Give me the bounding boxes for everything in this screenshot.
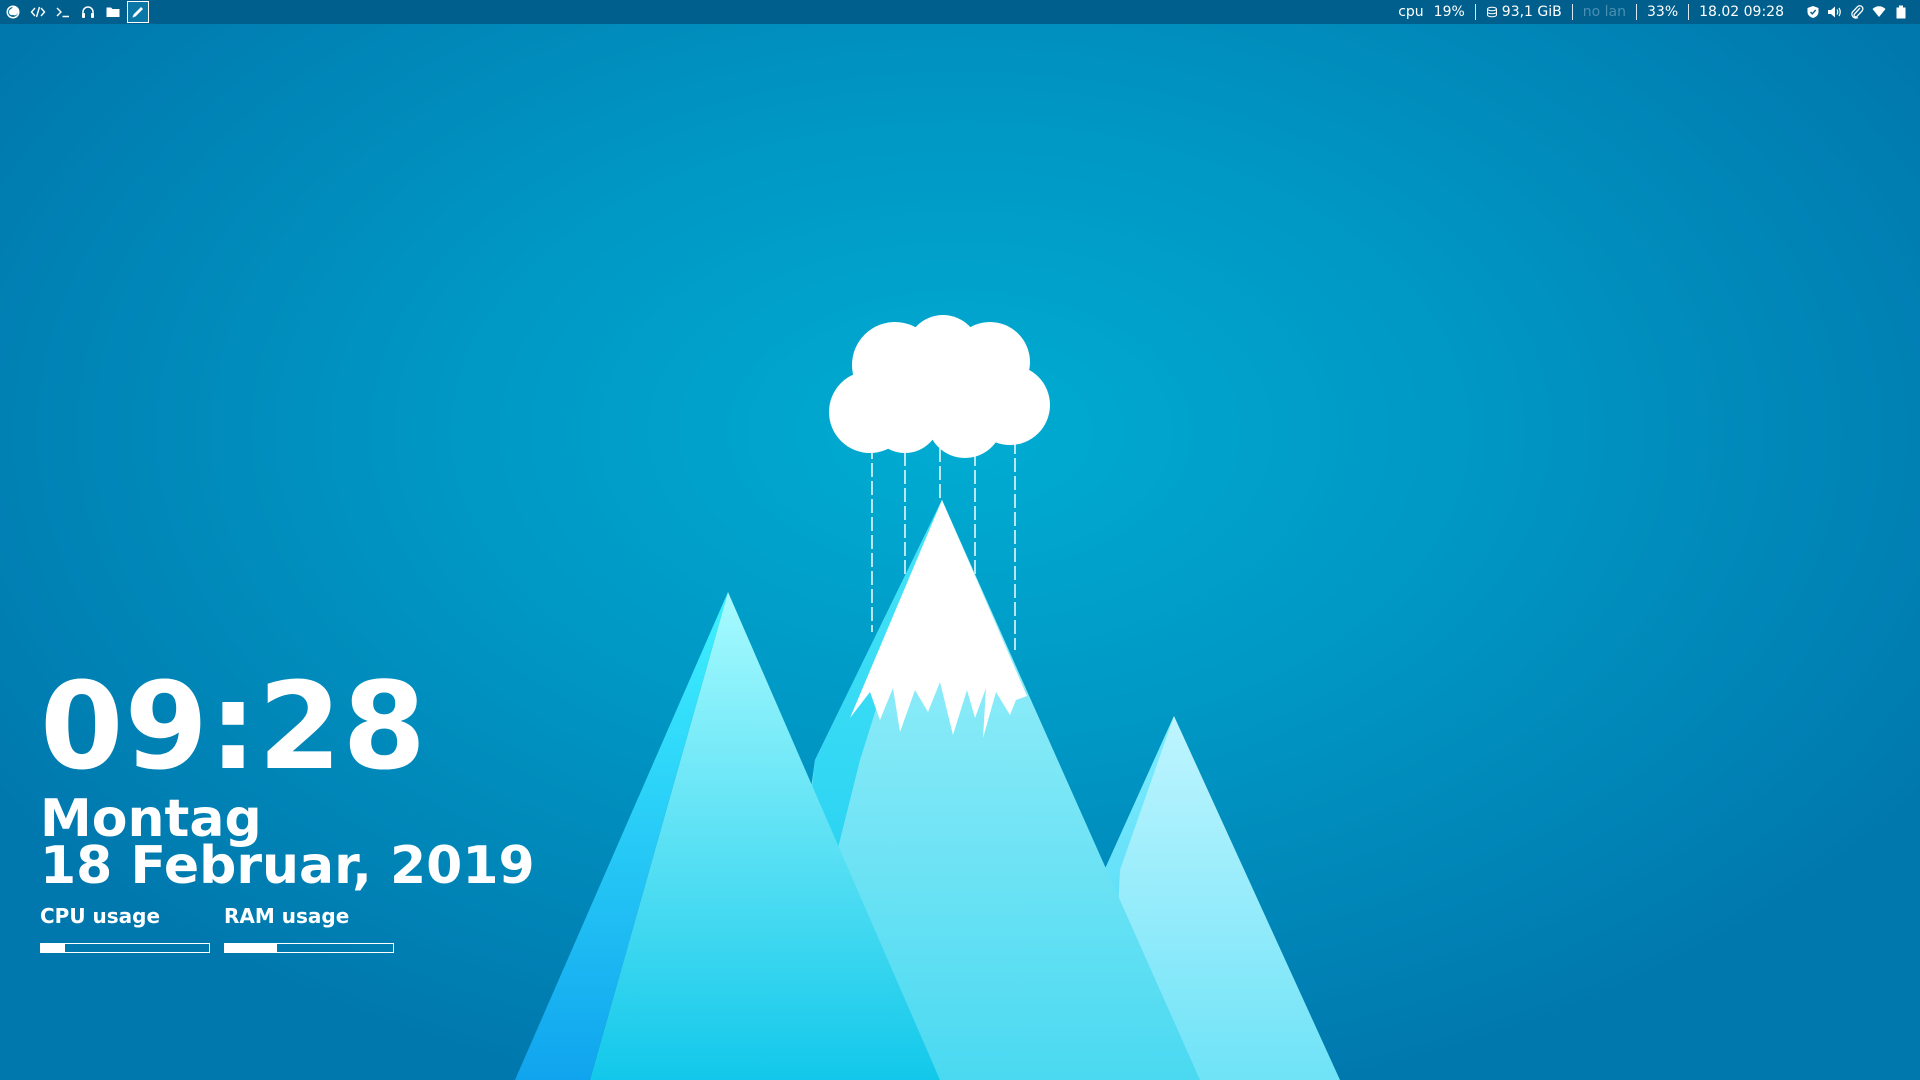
editor-launcher[interactable]: [127, 1, 149, 23]
code-editor-icon: [30, 6, 46, 18]
widget-date: 18 Februar, 2019: [40, 836, 535, 896]
firefox-launcher[interactable]: [2, 1, 24, 23]
files-launcher[interactable]: [102, 1, 124, 23]
firefox-icon: [6, 5, 20, 19]
cpu-usage-meter: [40, 943, 210, 953]
ram-usage-label: RAM usage: [224, 904, 350, 928]
cpu-usage-fill: [41, 944, 65, 952]
ram-usage-meter: [224, 943, 394, 953]
disk-icon: [1486, 6, 1498, 18]
volume-icon[interactable]: [1824, 2, 1846, 22]
headphones-icon: [82, 6, 94, 18]
shield-icon[interactable]: [1802, 2, 1824, 22]
code-editor-launcher[interactable]: [27, 1, 49, 23]
ram-usage-fill: [225, 944, 278, 952]
lan-status[interactable]: no lan: [1573, 3, 1636, 21]
battery-status[interactable]: 33%: [1637, 3, 1688, 21]
cpu-value: 19%: [1433, 4, 1465, 20]
lan-value: no lan: [1582, 4, 1626, 20]
wifi-icon[interactable]: [1868, 2, 1890, 22]
music-launcher[interactable]: [77, 1, 99, 23]
battery-value: 33%: [1647, 4, 1679, 20]
terminal-icon: [56, 7, 69, 18]
widget-clock: 09:28: [40, 658, 427, 797]
cpu-label: cpu: [1398, 4, 1424, 20]
top-panel: cpu 19% 93,1 GiB no lan 33% 18.02 09:28: [0, 0, 1920, 24]
disk-status[interactable]: 93,1 GiB: [1476, 3, 1572, 21]
separator: [1688, 4, 1690, 20]
folder-icon: [106, 7, 120, 17]
pencil-icon: [132, 7, 143, 18]
battery-icon[interactable]: [1890, 2, 1912, 22]
separator: [1571, 4, 1573, 20]
terminal-launcher[interactable]: [52, 1, 74, 23]
system-tray: [1802, 2, 1912, 22]
separator: [1636, 4, 1637, 20]
status-area: cpu 19% 93,1 GiB no lan 33% 18.02 09:28: [1388, 0, 1920, 24]
clock-status[interactable]: 18.02 09:28: [1689, 3, 1794, 21]
disk-value: 93,1 GiB: [1501, 4, 1562, 20]
cpu-usage-label: CPU usage: [40, 904, 161, 928]
separator: [1474, 4, 1476, 20]
cpu-status[interactable]: cpu 19%: [1388, 3, 1475, 21]
launcher-group: [0, 0, 152, 24]
paperclip-icon[interactable]: [1846, 2, 1868, 22]
cloud: [829, 315, 1050, 458]
datetime-value: 18.02 09:28: [1699, 4, 1784, 20]
